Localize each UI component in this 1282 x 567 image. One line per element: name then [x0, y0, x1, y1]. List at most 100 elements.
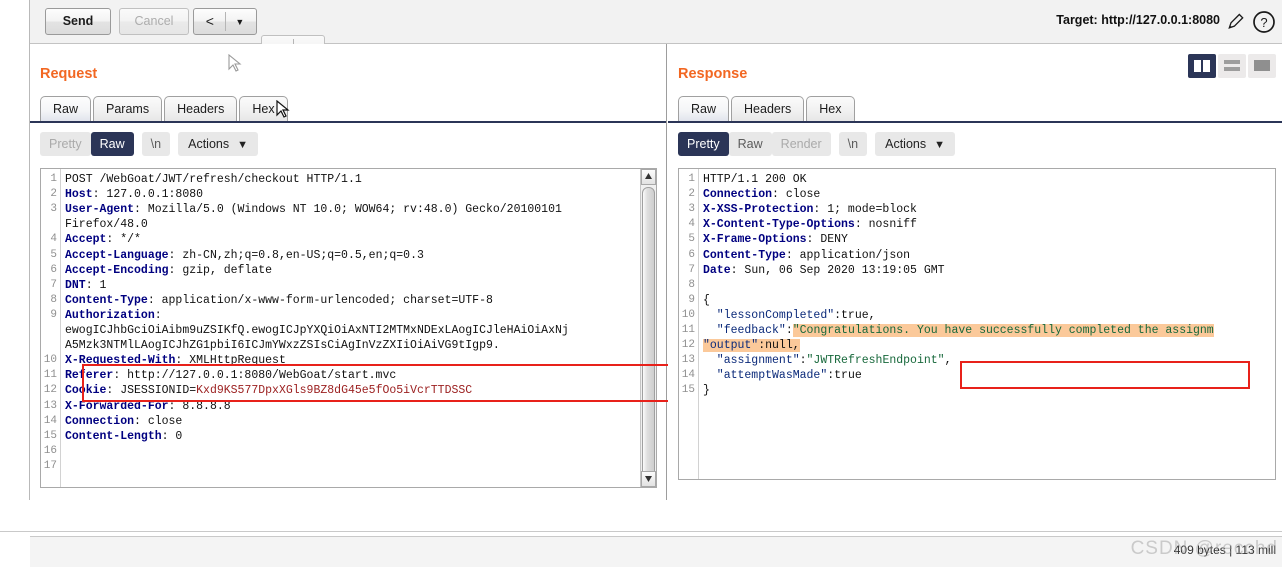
code-line[interactable]: Content-Type: application/json — [703, 249, 910, 262]
request-newline-button[interactable]: \n — [141, 132, 171, 156]
scroll-thumb[interactable] — [642, 187, 655, 483]
single-pane-view-button[interactable] — [1248, 54, 1276, 78]
response-code-lines[interactable]: HTTP/1.1 200 OK Connection: close X-XSS-Pr… — [701, 169, 1275, 479]
split-vertical-view-button[interactable] — [1188, 54, 1216, 78]
response-raw-button[interactable]: Raw — [728, 132, 772, 156]
scroll-down-arrow-icon[interactable] — [641, 471, 656, 487]
code-line[interactable]: Accept: */* — [65, 233, 141, 246]
code-token: "lessonCompleted" — [703, 308, 835, 322]
code-token: Connection — [65, 414, 135, 428]
response-render-button[interactable]: Render — [771, 132, 831, 156]
code-line[interactable]: "attemptWasMade":true — [703, 369, 862, 382]
cancel-button[interactable]: Cancel — [119, 8, 189, 35]
code-line[interactable]: "lessonCompleted":true, — [703, 309, 876, 322]
request-actions-button[interactable]: Actions ▼ — [178, 132, 258, 156]
request-code-lines[interactable]: POST /WebGoat/JWT/refresh/checkout HTTP/… — [63, 169, 656, 487]
tab-request-params[interactable]: Params — [93, 96, 163, 122]
tab-response-headers[interactable]: Headers — [731, 96, 805, 122]
code-token: : close — [134, 414, 183, 428]
code-token: Accept-Language — [65, 248, 169, 262]
code-line[interactable]: X-XSS-Protection: 1; mode=block — [703, 203, 917, 216]
pencil-icon[interactable] — [1226, 11, 1246, 33]
line-number: 12 — [43, 384, 57, 397]
sidebar-item-5[interactable]: ents — [0, 143, 29, 155]
question-icon[interactable]: ? — [1252, 10, 1276, 34]
code-line[interactable]: { — [703, 294, 710, 307]
line-number: 16 — [43, 444, 57, 457]
code-line[interactable]: A5Mzk3NTMlLAogICJhZG1pbiI6ICJmYWxzZSIsCi… — [65, 339, 500, 352]
code-token: : 0 — [161, 429, 183, 443]
code-line[interactable]: DNT: 1 — [65, 279, 106, 292]
request-pretty-button[interactable]: Pretty — [40, 132, 91, 156]
request-raw-button[interactable]: Raw — [90, 132, 134, 156]
tab-request-raw[interactable]: Raw — [40, 96, 92, 122]
sidebar-item-2[interactable]: ntrol — [0, 62, 29, 74]
code-line[interactable]: X-Forwarded-For: 8.8.8.8 — [65, 400, 231, 413]
code-token: } — [703, 384, 710, 398]
tab-request-headers[interactable]: Headers — [164, 96, 238, 122]
scroll-up-arrow-icon[interactable] — [641, 169, 656, 185]
code-line[interactable]: X-Content-Type-Options: nosniff — [703, 218, 917, 231]
code-line[interactable]: "feedback":"Congratulations. You have su… — [703, 324, 1214, 337]
code-line[interactable]: Content-Type: application/x-www-form-url… — [65, 294, 493, 307]
code-line[interactable]: } — [703, 384, 710, 397]
code-line[interactable]: Connection: close — [703, 188, 820, 201]
sidebar-item-6[interactable]: eries — [0, 172, 29, 184]
sidebar-item-4[interactable]: ation — [0, 116, 29, 128]
code-line[interactable]: X-Frame-Options: DENY — [703, 233, 848, 246]
code-line[interactable]: X-Requested-With: XMLHttpRequest — [65, 354, 286, 367]
sidebar-item-1[interactable]: es (XX — [0, 35, 29, 47]
send-button[interactable]: Send — [45, 8, 111, 35]
tab-request-hex[interactable]: Hex — [239, 96, 288, 122]
chevron-down-icon[interactable]: ▼ — [235, 17, 244, 27]
response-view-mode-strip: Pretty Raw Render \n Actions ▼ — [678, 132, 955, 157]
code-line[interactable]: Referer: http://127.0.0.1:8080/WebGoat/s… — [65, 369, 396, 382]
code-token: User-Agent — [65, 203, 135, 217]
code-line[interactable]: Cookie: JSESSIONID=Kxd9KS577DpxXGls9BZ8d… — [65, 384, 472, 397]
chevron-down-icon: ▼ — [934, 139, 945, 151]
code-line[interactable]: Accept-Encoding: gzip, deflate — [65, 264, 272, 277]
code-line[interactable]: Accept-Language: zh-CN,zh;q=0.8,en-US;q=… — [65, 249, 424, 262]
code-line[interactable]: "assignment":"JWTRefreshEndpoint", — [703, 354, 952, 368]
line-number: 8 — [688, 278, 695, 291]
code-token: X-Requested-With — [65, 354, 176, 368]
tab-response-raw[interactable]: Raw — [678, 96, 730, 122]
code-line[interactable]: Host: 127.0.0.1:8080 — [65, 188, 203, 201]
request-vertical-scrollbar[interactable] — [640, 169, 656, 487]
code-token: "attemptWasMade" — [703, 369, 828, 383]
sidebar-item-3[interactable]: g (XSS — [0, 89, 29, 101]
code-token: : 127.0.0.1:8080 — [92, 188, 204, 202]
back-button[interactable]: < ▼ — [193, 8, 257, 35]
sidebar-item-0[interactable]: osure — [0, 2, 29, 14]
code-token: Content-Length — [65, 429, 162, 443]
divider — [225, 12, 226, 31]
code-line[interactable]: Authorization: — [65, 309, 162, 322]
target-label: Target: http://127.0.0.1:8080 — [1056, 13, 1220, 27]
line-number: 17 — [43, 459, 57, 472]
code-line[interactable]: Content-Length: 0 — [65, 430, 182, 443]
line-number: 11 — [43, 369, 57, 382]
code-line[interactable]: Connection: close — [65, 415, 182, 428]
response-line-numbers: 1 2 3 4 5 6 7 8 9 10 11 12 13 14 15 — [679, 169, 699, 479]
code-token: : zh-CN,zh;q=0.8,en-US;q=0.5,en;q=0.3 — [168, 248, 424, 262]
code-line[interactable]: Date: Sun, 06 Sep 2020 13:19:05 GMT — [703, 264, 945, 277]
code-line[interactable]: "output":null, — [703, 339, 800, 353]
request-editor[interactable]: 1 2 3 4 5 6 7 8 9 10 11 12 13 14 15 16 17 POST /WebGoat/… — [40, 168, 657, 488]
split-horizontal-view-button[interactable] — [1218, 54, 1246, 78]
response-newline-button[interactable]: \n — [838, 132, 868, 156]
code-token: "JWTRefreshEndpoint" — [806, 354, 945, 368]
code-line[interactable]: ewogICJhbGciOiAibm9uZSIKfQ.ewogICJpYXQiO… — [65, 324, 569, 337]
code-token: Content-Type — [703, 248, 786, 262]
code-line[interactable]: HTTP/1.1 200 OK — [703, 173, 807, 186]
code-line[interactable]: User-Agent: Mozilla/5.0 (Windows NT 10.0… — [65, 203, 562, 216]
response-title: Response — [678, 66, 748, 82]
line-number: 9 — [688, 293, 695, 306]
code-token: Cookie — [65, 384, 107, 398]
code-line[interactable]: POST /WebGoat/JWT/refresh/checkout HTTP/… — [65, 173, 362, 186]
response-editor[interactable]: 1 2 3 4 5 6 7 8 9 10 11 12 13 14 15 HTTP/1.1 200 OK Con… — [678, 168, 1276, 480]
code-token: DNT — [65, 278, 86, 292]
response-actions-button[interactable]: Actions ▼ — [875, 132, 955, 156]
tab-response-hex[interactable]: Hex — [806, 96, 855, 122]
response-pretty-button[interactable]: Pretty — [678, 132, 729, 156]
code-line[interactable]: Firefox/48.0 — [65, 218, 148, 231]
